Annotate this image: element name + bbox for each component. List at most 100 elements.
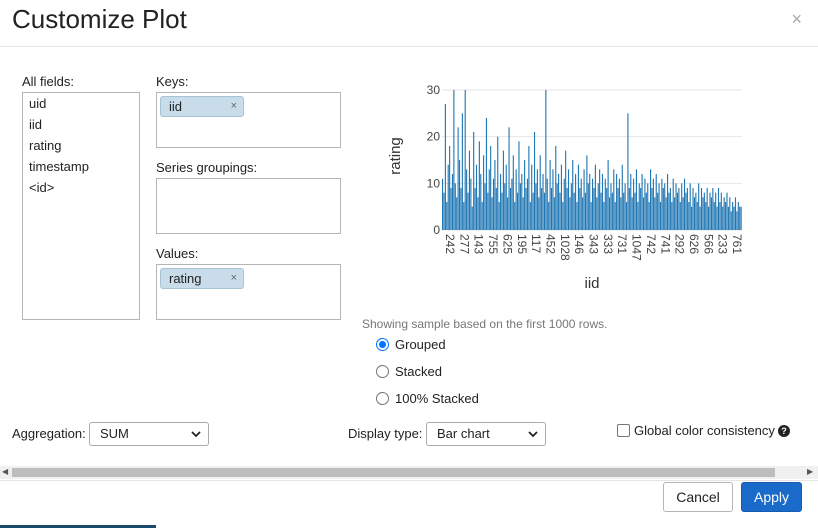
display-type-select[interactable]: Bar chart bbox=[426, 422, 546, 446]
bar bbox=[463, 202, 465, 230]
bar bbox=[685, 192, 687, 230]
bar bbox=[541, 188, 543, 230]
dialog-footer: Cancel Apply bbox=[0, 480, 818, 528]
bar bbox=[586, 155, 588, 230]
bar bbox=[715, 192, 717, 230]
bar bbox=[447, 164, 449, 230]
key-token-iid[interactable]: iid × bbox=[160, 96, 244, 117]
bar bbox=[451, 174, 454, 230]
remove-token-icon[interactable]: × bbox=[231, 97, 237, 116]
display-type-label: Display type: bbox=[348, 426, 423, 441]
radio-100-stacked[interactable]: 100% Stacked bbox=[376, 391, 479, 406]
field-item-uid[interactable]: uid bbox=[23, 93, 139, 114]
aggregation-select[interactable]: SUM bbox=[89, 422, 209, 446]
bar bbox=[736, 211, 738, 230]
scroll-right-icon[interactable]: ▶ bbox=[807, 467, 813, 476]
bar bbox=[610, 183, 612, 230]
bar bbox=[600, 192, 602, 230]
cancel-button[interactable]: Cancel bbox=[663, 482, 733, 512]
scroll-left-icon[interactable]: ◀ bbox=[2, 467, 8, 476]
close-icon[interactable]: × bbox=[791, 9, 802, 30]
x-tick-label: 146 bbox=[572, 234, 586, 254]
bar bbox=[582, 197, 584, 230]
radio-100-stacked-label: 100% Stacked bbox=[395, 391, 479, 406]
radio-stacked[interactable]: Stacked bbox=[376, 364, 442, 379]
bar bbox=[573, 192, 575, 230]
bar bbox=[613, 169, 615, 230]
scrollbar-thumb[interactable] bbox=[12, 468, 775, 477]
radio-stacked-button[interactable] bbox=[376, 365, 389, 378]
bar bbox=[671, 202, 673, 230]
bar bbox=[640, 188, 642, 230]
value-token-rating[interactable]: rating × bbox=[160, 268, 244, 289]
bar bbox=[550, 188, 553, 230]
bar bbox=[450, 188, 452, 230]
radio-100-stacked-button[interactable] bbox=[376, 392, 389, 405]
bar bbox=[522, 197, 524, 230]
bar bbox=[599, 169, 601, 230]
all-fields-list[interactable]: uid iid rating timestamp <id> bbox=[22, 92, 140, 320]
radio-grouped[interactable]: Grouped bbox=[376, 337, 446, 352]
horizontal-scrollbar[interactable]: ◀ ▶ bbox=[0, 466, 818, 479]
series-groupings-dropzone[interactable] bbox=[156, 178, 341, 234]
bar bbox=[531, 164, 533, 230]
color-consistency-checkbox[interactable] bbox=[617, 424, 630, 437]
field-item-timestamp[interactable]: timestamp bbox=[23, 156, 139, 177]
radio-grouped-button[interactable] bbox=[376, 338, 389, 351]
bar bbox=[641, 174, 643, 230]
bar bbox=[634, 192, 636, 230]
bar bbox=[730, 211, 732, 230]
bar bbox=[708, 206, 710, 230]
x-tick-label: 761 bbox=[730, 234, 744, 254]
bar bbox=[652, 178, 654, 230]
aggregation-label: Aggregation: bbox=[12, 426, 86, 441]
bar bbox=[647, 183, 649, 230]
bar bbox=[631, 197, 633, 230]
bar bbox=[691, 206, 693, 230]
bar bbox=[620, 197, 622, 230]
bar bbox=[580, 178, 582, 230]
bar bbox=[468, 150, 471, 230]
y-tick-label: 0 bbox=[433, 223, 440, 237]
help-icon[interactable]: ? bbox=[778, 425, 790, 437]
x-tick-label: 277 bbox=[457, 234, 471, 254]
bar bbox=[470, 178, 472, 230]
x-tick-label: 233 bbox=[716, 234, 730, 254]
bar bbox=[536, 169, 538, 230]
bar bbox=[667, 174, 669, 230]
values-dropzone[interactable]: rating × bbox=[156, 264, 341, 320]
bar bbox=[552, 169, 554, 230]
apply-button[interactable]: Apply bbox=[741, 482, 802, 512]
x-tick-label: 1047 bbox=[630, 234, 644, 261]
x-tick-label: 195 bbox=[515, 234, 529, 254]
bar bbox=[444, 104, 446, 230]
bar bbox=[737, 202, 739, 230]
field-item-id[interactable]: <id> bbox=[23, 177, 139, 198]
bar bbox=[642, 197, 645, 230]
remove-token-icon[interactable]: × bbox=[231, 269, 237, 288]
bar bbox=[625, 202, 628, 230]
field-item-iid[interactable]: iid bbox=[23, 114, 139, 135]
bar bbox=[533, 132, 536, 230]
bar bbox=[443, 192, 445, 230]
bar bbox=[729, 197, 731, 230]
bar bbox=[638, 183, 640, 230]
keys-label: Keys: bbox=[156, 74, 189, 89]
value-token-label: rating bbox=[169, 271, 202, 286]
bar bbox=[579, 188, 581, 230]
bar bbox=[606, 188, 608, 230]
bar bbox=[498, 202, 500, 230]
bar bbox=[442, 178, 444, 230]
radio-grouped-label: Grouped bbox=[395, 337, 446, 352]
y-tick-label: 10 bbox=[427, 176, 441, 190]
field-item-rating[interactable]: rating bbox=[23, 135, 139, 156]
bar bbox=[478, 141, 480, 230]
y-axis-label: rating bbox=[387, 137, 404, 175]
bar bbox=[675, 183, 677, 230]
bar bbox=[655, 174, 657, 230]
keys-dropzone[interactable]: iid × bbox=[156, 92, 341, 148]
bar bbox=[679, 202, 681, 230]
bar bbox=[504, 183, 506, 230]
bar bbox=[596, 197, 598, 230]
bar bbox=[526, 178, 529, 230]
